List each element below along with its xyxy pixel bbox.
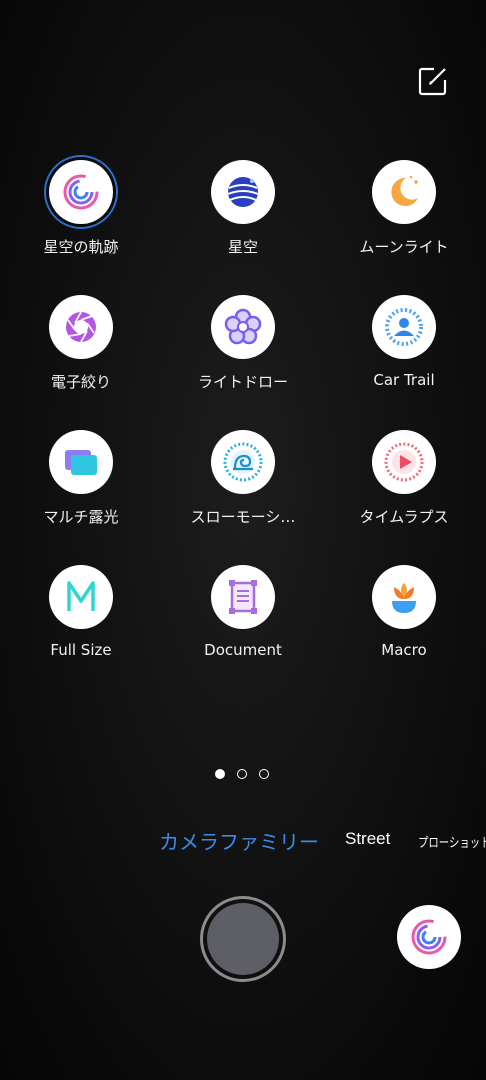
mode-label: Document [204,641,282,659]
mode-slow-motion[interactable]: スローモーシ… [163,430,323,527]
mode-full-size[interactable]: Full Size [1,565,161,659]
mode-starry-sky[interactable]: 星空 [163,160,323,257]
mode-icon-circle [49,160,113,224]
mode-icon-circle [372,160,436,224]
mode-timelapse[interactable]: タイムラプス [324,430,484,527]
mode-multi-exposure[interactable]: マルチ露光 [1,430,161,527]
star-trail-icon [411,919,447,955]
mode-icon-circle [49,430,113,494]
flower-icon [224,308,262,345]
shutter-button[interactable] [200,896,286,982]
mode-icon-circle [372,430,436,494]
mode-document[interactable]: Document [163,565,323,659]
edit-square-icon [418,67,447,96]
tulip-icon [392,583,416,613]
mode-icon-circle [49,565,113,629]
mode-moonlight[interactable]: ムーンライト [324,160,484,257]
mode-label: ムーンライト [359,238,449,256]
mode-star-trail[interactable]: 星空の軌跡 [1,160,161,257]
mode-label: 星空の軌跡 [43,238,119,256]
mode-label: Car Trail [373,371,435,389]
planet-icon [227,177,259,207]
moon-icon [391,175,418,206]
page-dot-3[interactable] [259,769,269,779]
page-dot-1[interactable] [215,769,225,779]
mode-icon-circle [372,565,436,629]
aperture-icon [66,311,96,343]
mode-icon-circle [49,295,113,359]
edit-button[interactable] [418,66,448,96]
star-trail-icon [63,174,99,210]
current-mode-button[interactable] [397,905,461,969]
mode-icon-circle [211,160,275,224]
tab-camera-family[interactable]: カメラファミリー [159,826,319,855]
mode-car-trail[interactable]: Car Trail [324,295,484,389]
shutter-icon [207,903,279,975]
page-dot-2[interactable] [237,769,247,779]
play-ring-icon [384,442,424,482]
mode-label: マルチ露光 [43,508,119,526]
document-icon [229,580,257,614]
page-indicator[interactable] [215,769,269,779]
mode-icon-circle [211,565,275,629]
mode-tab-bar: カメラファミリー Street プローショット [0,826,486,856]
mode-macro[interactable]: Macro [324,565,484,659]
mode-icon-circle [211,430,275,494]
tab-street[interactable]: Street [345,829,390,849]
tab-pro-shot[interactable]: プローショット [418,832,486,851]
mode-label: 星空 [227,238,258,256]
mode-label: Full Size [50,641,112,659]
mode-label: Macro [381,641,427,659]
snail-icon [223,442,263,482]
mode-icon-circle [372,295,436,359]
mode-label: 電子絞り [50,373,111,391]
stacked-frames-icon [65,450,97,475]
letter-m-icon [67,581,95,611]
mode-label: タイムラプス [359,508,449,526]
mode-label: ライトドロー [197,373,288,391]
mode-icon-circle [211,295,275,359]
mode-aperture[interactable]: 電子絞り [1,295,161,392]
mode-light-draw[interactable]: ライトドロー [163,295,323,392]
person-ring-icon [385,308,423,346]
mode-label: スローモーシ… [190,508,296,526]
